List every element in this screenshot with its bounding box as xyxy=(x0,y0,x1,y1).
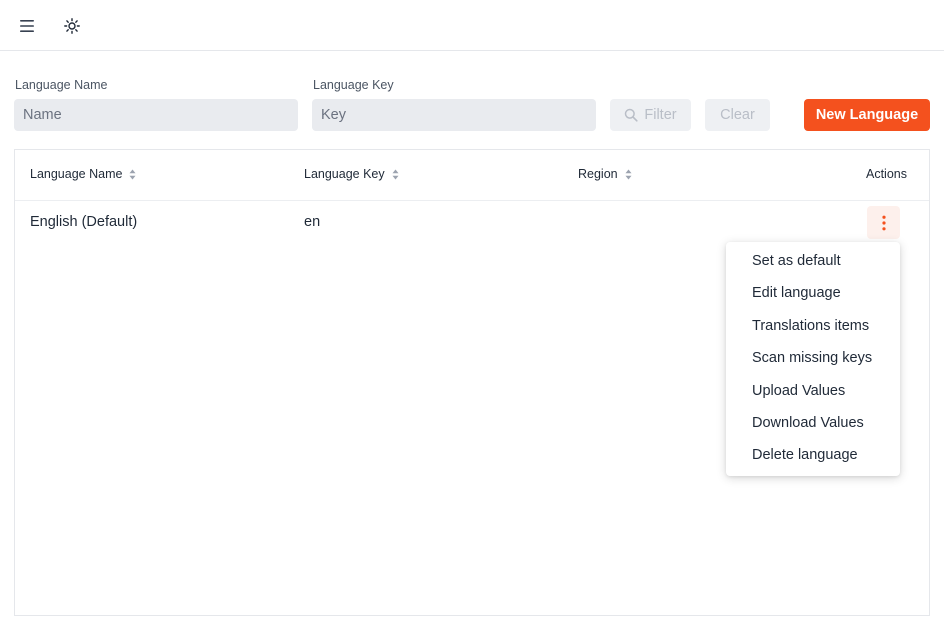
column-header-label: Actions xyxy=(866,167,907,181)
language-key-input[interactable] xyxy=(312,99,596,131)
sort-icon xyxy=(625,169,632,179)
cell-language-key: en xyxy=(304,214,321,230)
theme-toggle-button[interactable] xyxy=(59,13,85,39)
search-icon xyxy=(625,108,638,122)
menu-item-upload-values[interactable]: Upload Values xyxy=(726,375,900,407)
clear-button[interactable]: Clear xyxy=(705,99,770,131)
hamburger-icon xyxy=(20,20,34,32)
language-name-label: Language Name xyxy=(15,78,108,92)
table-header: Language Name Language Key Region Action… xyxy=(15,150,929,201)
column-header-label: Language Key xyxy=(304,167,385,181)
top-bar xyxy=(0,0,944,51)
menu-item-set-default[interactable]: Set as default xyxy=(726,245,900,277)
menu-item-edit-language[interactable]: Edit language xyxy=(726,277,900,309)
column-header-label: Language Name xyxy=(30,167,123,181)
menu-item-translations-items[interactable]: Translations items xyxy=(726,310,900,342)
language-key-label: Language Key xyxy=(313,78,394,92)
column-header-language-name[interactable]: Language Name xyxy=(30,167,136,181)
row-actions-button[interactable] xyxy=(867,206,900,239)
menu-item-download-values[interactable]: Download Values xyxy=(726,407,900,439)
table-row: English (Default) en xyxy=(15,201,929,245)
column-header-region[interactable]: Region xyxy=(578,167,632,181)
sort-icon xyxy=(129,169,136,179)
language-name-input[interactable] xyxy=(14,99,298,131)
filter-button-label: Filter xyxy=(644,107,677,123)
new-language-button[interactable]: New Language xyxy=(804,99,930,131)
sort-icon xyxy=(392,169,399,179)
row-actions-menu: Set as default Edit language Translation… xyxy=(726,242,900,476)
sun-icon xyxy=(64,18,80,34)
column-header-language-key[interactable]: Language Key xyxy=(304,167,399,181)
menu-item-delete-language[interactable]: Delete language xyxy=(726,439,900,471)
column-header-label: Region xyxy=(578,167,618,181)
cell-language-name: English (Default) xyxy=(30,214,138,230)
kebab-icon xyxy=(881,215,886,230)
column-header-actions: Actions xyxy=(866,167,907,181)
menu-item-scan-missing-keys[interactable]: Scan missing keys xyxy=(726,342,900,374)
filter-button[interactable]: Filter xyxy=(610,99,691,131)
hamburger-menu-button[interactable] xyxy=(14,13,40,39)
